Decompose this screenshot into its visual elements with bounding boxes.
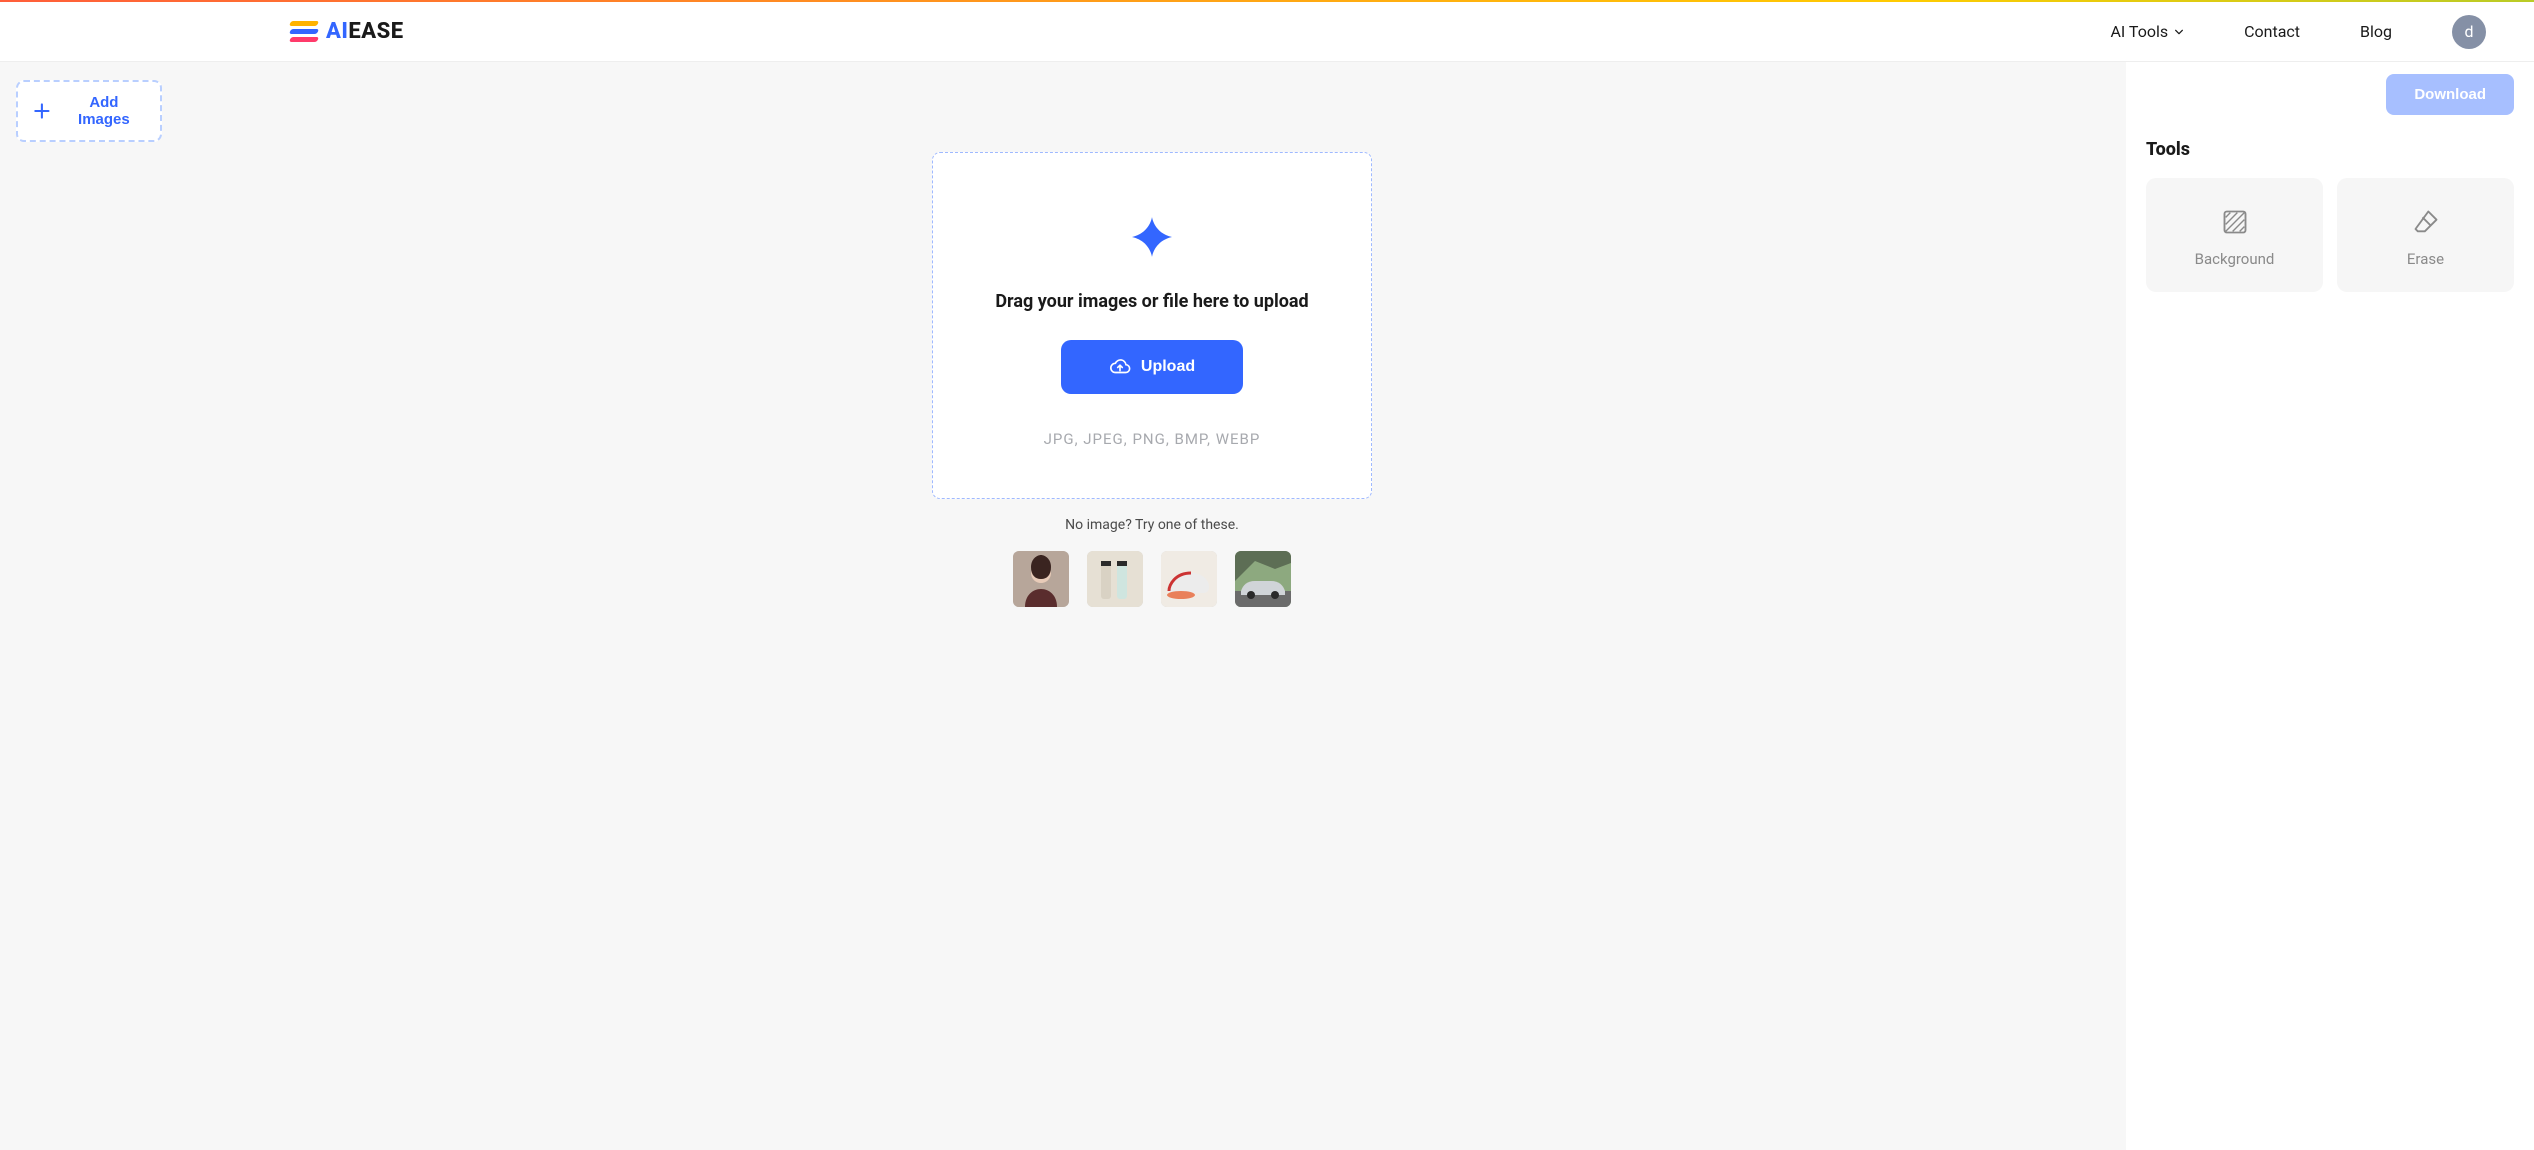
- tool-background-label: Background: [2195, 250, 2275, 268]
- drop-title: Drag your images or file here to upload: [995, 291, 1308, 312]
- brand-ai: AI: [326, 19, 348, 44]
- download-row: Download: [2146, 74, 2514, 115]
- chevron-down-icon: [2174, 27, 2184, 37]
- tools-title: Tools: [2146, 139, 2514, 160]
- nav-contact-label: Contact: [2244, 22, 2300, 41]
- nav-contact[interactable]: Contact: [2244, 22, 2300, 41]
- sample-image-car[interactable]: [1235, 551, 1291, 607]
- nav-blog[interactable]: Blog: [2360, 22, 2392, 41]
- top-nav: AI Tools Contact Blog d: [2110, 15, 2510, 49]
- upload-dropzone[interactable]: Drag your images or file here to upload …: [932, 152, 1372, 499]
- sample-images-row: [1013, 551, 1291, 607]
- nav-ai-tools[interactable]: AI Tools: [2110, 22, 2184, 41]
- sample-image-shoe[interactable]: [1161, 551, 1217, 607]
- plus-icon: [32, 101, 52, 121]
- brand-logo[interactable]: AIEASE: [290, 19, 404, 44]
- tool-card-erase[interactable]: Erase: [2337, 178, 2514, 292]
- right-panel: Download Tools Background Erase: [2126, 62, 2534, 1150]
- logo-mark-icon: [290, 21, 318, 43]
- tools-grid: Background Erase: [2146, 178, 2514, 292]
- erase-icon: [2412, 208, 2440, 236]
- add-images-label: Add Images: [62, 94, 146, 128]
- accepted-formats: JPG, JPEG, PNG, BMP, WEBP: [1044, 430, 1261, 448]
- sample-image-person[interactable]: [1013, 551, 1069, 607]
- sparkle-plus-icon: [1128, 213, 1176, 261]
- avatar-initial: d: [2464, 22, 2473, 41]
- left-sidebar: Add Images: [0, 62, 178, 1150]
- nav-ai-tools-label: AI Tools: [2110, 22, 2168, 41]
- main-canvas: Drag your images or file here to upload …: [178, 62, 2126, 1150]
- no-image-prompt: No image? Try one of these.: [1065, 517, 1239, 533]
- brand-ease: EASE: [348, 19, 403, 44]
- add-images-button[interactable]: Add Images: [16, 80, 162, 142]
- download-button[interactable]: Download: [2386, 74, 2514, 115]
- cloud-upload-icon: [1109, 356, 1131, 378]
- tool-erase-label: Erase: [2407, 250, 2444, 268]
- background-icon: [2221, 208, 2249, 236]
- app-body: Add Images Drag your images or file here…: [0, 62, 2534, 1150]
- user-avatar[interactable]: d: [2452, 15, 2486, 49]
- brand-text: AIEASE: [326, 19, 404, 44]
- app-header: AIEASE AI Tools Contact Blog d: [0, 2, 2534, 62]
- sample-image-bottles[interactable]: [1087, 551, 1143, 607]
- tool-card-background[interactable]: Background: [2146, 178, 2323, 292]
- upload-button-label: Upload: [1141, 358, 1195, 376]
- upload-button[interactable]: Upload: [1061, 340, 1243, 394]
- download-button-label: Download: [2414, 86, 2486, 103]
- nav-blog-label: Blog: [2360, 22, 2392, 41]
